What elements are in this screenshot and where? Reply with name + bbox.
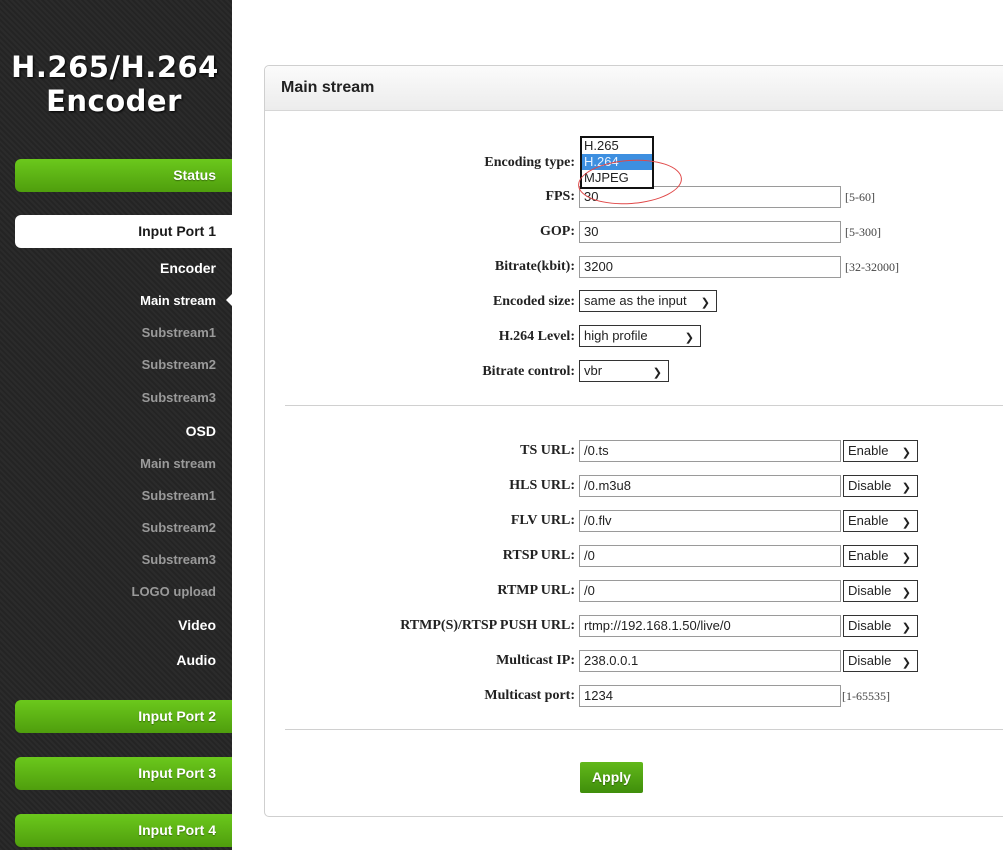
flv-url-state: Enable [848, 513, 889, 528]
hls-url-state: Disable [848, 478, 892, 493]
bitrate-range: [32-32000] [845, 260, 899, 274]
ts-url-input[interactable]: /0.ts [579, 440, 841, 462]
section-divider [285, 729, 1003, 730]
hls-url-input[interactable]: /0.m3u8 [579, 475, 841, 497]
logo-line-2: Encoder [46, 84, 182, 118]
panel-header: Main stream [265, 66, 1003, 111]
fps-label: FPS: [545, 189, 575, 204]
nav-encoder-substream2[interactable]: Substream2 [142, 357, 216, 372]
chevron-down-icon: ❯ [901, 622, 911, 634]
encoded-size-select[interactable]: same as the input ❯ [579, 290, 717, 312]
gop-input[interactable]: 30 [579, 221, 841, 243]
panel-title: Main stream [281, 79, 375, 96]
push-url-label: RTMP(S)/RTSP PUSH URL: [400, 618, 575, 633]
multicast-ip-state: Disable [848, 653, 892, 668]
rtsp-url-input[interactable]: /0 [579, 545, 841, 567]
chevron-down-icon: ❯ [901, 482, 911, 494]
bitrate-input[interactable]: 3200 [579, 256, 841, 278]
multicast-ip-input[interactable]: 238.0.0.1 [579, 650, 841, 672]
gop-label: GOP: [540, 224, 575, 239]
input-port-3-button[interactable]: Input Port 3 [15, 757, 232, 790]
chevron-down-icon: ❯ [901, 587, 911, 599]
nav-osd-substream3[interactable]: Substream3 [142, 552, 216, 567]
h264-level-select[interactable]: high profile ❯ [579, 325, 701, 347]
rtmp-url-label: RTMP URL: [497, 583, 575, 598]
encoding-type-label: Encoding type: [484, 155, 575, 170]
rtsp-url-state-select[interactable]: Enable ❯ [843, 545, 918, 567]
push-url-state-select[interactable]: Disable ❯ [843, 615, 918, 637]
multicast-port-range: [1-65535] [842, 689, 890, 703]
section-divider [285, 405, 1003, 406]
chevron-down-icon: ❯ [901, 447, 911, 459]
push-url-state: Disable [848, 618, 892, 633]
rtmp-url-state: Disable [848, 583, 892, 598]
bitrate-control-label: Bitrate control: [482, 364, 575, 379]
nav-encoder[interactable]: Encoder [160, 260, 216, 276]
rtmp-url-state-select[interactable]: Disable ❯ [843, 580, 918, 602]
h264-level-value: high profile [584, 328, 648, 343]
nav-encoder-substream3[interactable]: Substream3 [142, 390, 216, 405]
chevron-down-icon: ❯ [700, 297, 710, 309]
chevron-down-icon: ❯ [901, 517, 911, 529]
active-item-pointer [226, 293, 233, 307]
gop-range: [5-300] [845, 225, 881, 239]
multicast-port-label: Multicast port: [484, 688, 575, 703]
ts-url-label: TS URL: [520, 443, 575, 458]
nav-osd[interactable]: OSD [186, 423, 216, 439]
encoded-size-value: same as the input [584, 293, 687, 308]
fps-range: [5-60] [845, 190, 875, 204]
apply-button[interactable]: Apply [580, 762, 643, 793]
bitrate-label: Bitrate(kbit): [494, 259, 575, 274]
nav-logo-upload[interactable]: LOGO upload [132, 584, 217, 599]
nav-video[interactable]: Video [178, 617, 216, 633]
nav-osd-main-stream[interactable]: Main stream [140, 456, 216, 471]
sidebar: H.265/H.264 Encoder Status Input Port 1 … [0, 0, 233, 850]
rtsp-url-label: RTSP URL: [502, 548, 575, 563]
logo-line-1: H.265/H.264 [11, 50, 219, 84]
rtsp-url-state: Enable [848, 548, 889, 563]
input-port-1-tab[interactable]: Input Port 1 [15, 215, 232, 248]
encoding-option-h265[interactable]: H.265 [582, 138, 652, 154]
bitrate-control-value: vbr [584, 363, 603, 378]
nav-audio[interactable]: Audio [176, 652, 216, 668]
hls-url-label: HLS URL: [509, 478, 575, 493]
status-button[interactable]: Status [15, 159, 232, 192]
h264-level-label: H.264 Level: [498, 329, 575, 344]
flv-url-state-select[interactable]: Enable ❯ [843, 510, 918, 532]
flv-url-label: FLV URL: [510, 513, 575, 528]
nav-encoder-main-stream[interactable]: Main stream [140, 293, 216, 308]
chevron-down-icon: ❯ [901, 657, 911, 669]
input-port-4-button[interactable]: Input Port 4 [15, 814, 232, 847]
chevron-down-icon: ❯ [652, 367, 662, 379]
nav-encoder-substream1[interactable]: Substream1 [142, 325, 216, 340]
multicast-port-input[interactable]: 1234 [579, 685, 841, 707]
input-port-2-button[interactable]: Input Port 2 [15, 700, 232, 733]
encoded-size-label: Encoded size: [492, 294, 575, 309]
ts-url-state: Enable [848, 443, 889, 458]
chevron-down-icon: ❯ [901, 552, 911, 564]
multicast-ip-state-select[interactable]: Disable ❯ [843, 650, 918, 672]
nav-osd-substream1[interactable]: Substream1 [142, 488, 216, 503]
multicast-ip-label: Multicast IP: [496, 653, 575, 668]
hls-url-state-select[interactable]: Disable ❯ [843, 475, 918, 497]
push-url-input[interactable]: rtmp://192.168.1.50/live/0 [579, 615, 841, 637]
chevron-down-icon: ❯ [684, 332, 694, 344]
bitrate-control-select[interactable]: vbr ❯ [579, 360, 669, 382]
rtmp-url-input[interactable]: /0 [579, 580, 841, 602]
nav-osd-substream2[interactable]: Substream2 [142, 520, 216, 535]
flv-url-input[interactable]: /0.flv [579, 510, 841, 532]
ts-url-state-select[interactable]: Enable ❯ [843, 440, 918, 462]
